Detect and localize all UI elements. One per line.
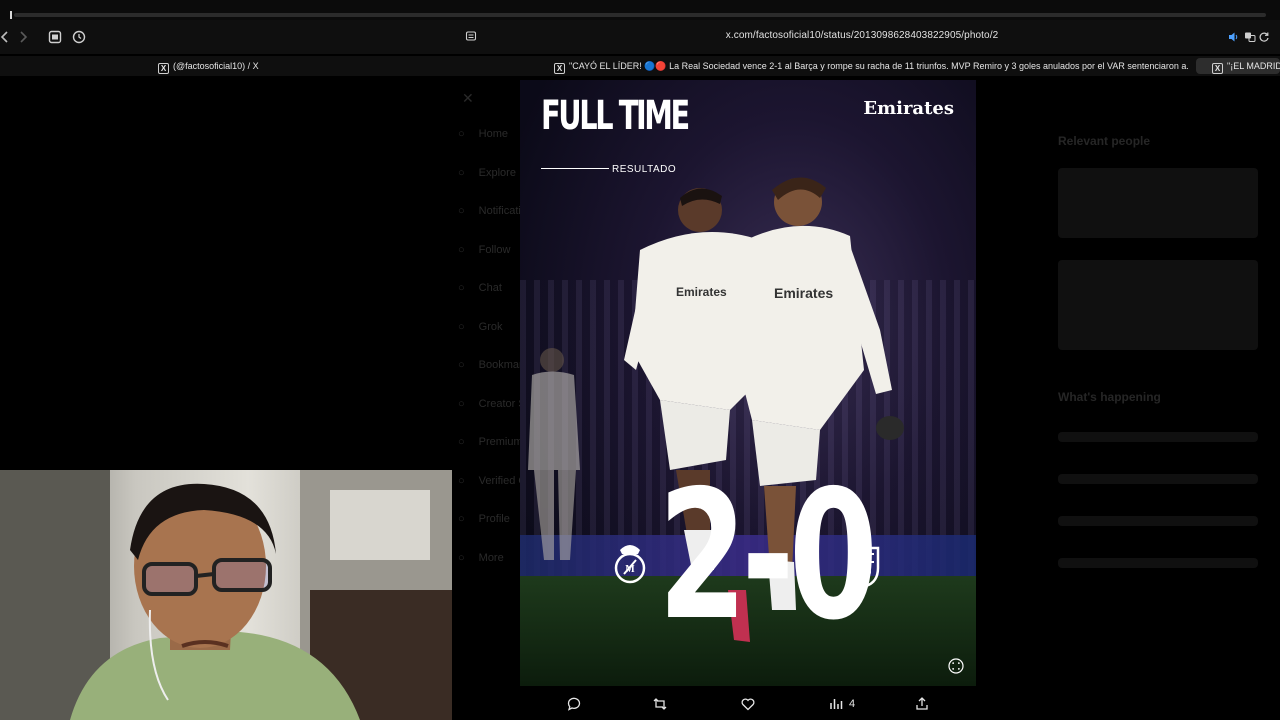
- close-icon[interactable]: ✕: [462, 90, 474, 107]
- repost-icon: [653, 698, 667, 710]
- ghost-nav-item: ○ Chat: [458, 282, 502, 294]
- ghost-nav-icon: ○: [458, 320, 465, 333]
- ghost-nav-icon: ○: [458, 551, 465, 564]
- ghost-row: [1058, 516, 1258, 526]
- text-cursor: [10, 11, 12, 19]
- tab-overview-button[interactable]: [46, 28, 64, 46]
- kit-sponsor-text: Emirates: [774, 285, 833, 301]
- ghost-card: [1058, 260, 1258, 350]
- x-logo-icon: X: [158, 63, 169, 74]
- tab-title: "CAYÓ EL LÍDER! 🔵🔴 La Real Sociedad venc…: [569, 61, 1188, 71]
- ghost-nav-item: ○ Follow: [458, 244, 510, 256]
- ghost-nav-icon: ○: [458, 205, 465, 217]
- ghost-card: [1058, 168, 1258, 238]
- reply-icon: [567, 697, 581, 711]
- ghost-nav-icon: ○: [458, 397, 465, 410]
- ghost-nav-icon: ○: [458, 128, 465, 140]
- tab-profile[interactable]: X (@factosoficial10) / X: [158, 58, 318, 74]
- address-bar[interactable]: x.com/factosoficial10/status/20130986284…: [452, 26, 1272, 48]
- kit-sponsor-text: Emirates: [676, 285, 727, 299]
- ghost-nav-icon: ○: [458, 243, 465, 256]
- tweet-photo[interactable]: Emirates Emirates FULL TIME RESULTADO Em…: [520, 80, 976, 686]
- ghost-nav-item: ○ Home: [458, 128, 508, 140]
- like-icon: [741, 698, 755, 711]
- ghost-nav-label: Explore: [478, 166, 516, 179]
- headline-underline: [541, 168, 609, 169]
- ghost-nav-item: ○ Profile: [458, 513, 510, 525]
- progress-track: [14, 13, 1266, 17]
- webcam-presenter: [0, 470, 452, 720]
- ghost-nav-label: Premium: [478, 436, 523, 448]
- ghost-nav-label: Home: [478, 128, 508, 140]
- ghost-nav-label: Chat: [478, 282, 502, 294]
- tab-title: "¡EL MADRID: [1227, 61, 1280, 71]
- tab-active[interactable]: X "¡EL MADRID: [1196, 58, 1280, 74]
- forward-button[interactable]: [14, 28, 32, 46]
- ghost-nav-item: ○ More: [458, 552, 504, 564]
- ghost-heading-relevant: Relevant people: [1058, 134, 1151, 148]
- ghost-nav-label: Follow: [478, 243, 511, 256]
- views-count: 4: [849, 698, 856, 710]
- tab-strip: X (@factosoficial10) / X X "CAYÓ EL LÍDER!…: [0, 56, 1280, 76]
- translate-icon[interactable]: [1244, 31, 1256, 43]
- ghost-nav-label: Grok: [478, 320, 503, 333]
- like-button[interactable]: [740, 695, 756, 713]
- resultado-label: RESULTADO: [612, 164, 677, 175]
- page-content: ✕ ○ Home ○ Explore ○ Notifications ○ Follow ○ Cha…: [0, 76, 1280, 720]
- real-madrid-crest-icon: M: [614, 545, 646, 584]
- x-logo-icon: X: [554, 63, 565, 74]
- back-button[interactable]: [0, 28, 14, 46]
- ghost-nav-label: More: [478, 551, 504, 564]
- tab-news[interactable]: X "CAYÓ EL LÍDER! 🔵🔴 La Real Sociedad ven…: [554, 58, 1188, 74]
- ghost-nav-icon: ○: [458, 359, 465, 371]
- tweet-action-bar: 4: [560, 691, 940, 717]
- ghost-heading-happening: What's happening: [1058, 390, 1161, 404]
- views-icon: [830, 699, 843, 709]
- ghost-nav-icon: ○: [458, 474, 465, 487]
- ghost-nav-label: Profile: [478, 513, 510, 525]
- ghost-nav-item: ○ Explore: [458, 167, 516, 179]
- ghost-row: [1058, 558, 1258, 568]
- levante-crest-icon: [852, 546, 880, 588]
- sponsor-logo: Emirates: [863, 98, 954, 119]
- ghost-nav-item: ○ Grok: [458, 321, 503, 333]
- ghost-row: [1058, 432, 1258, 442]
- expand-photo-icon[interactable]: [948, 658, 964, 674]
- x-logo-icon: X: [1212, 63, 1223, 74]
- ghost-nav-icon: ○: [458, 166, 465, 179]
- speaker-icon[interactable]: [1228, 31, 1240, 43]
- window-top-strip: [0, 0, 1280, 20]
- tab-title: (@factosoficial10) / X: [173, 61, 259, 71]
- ghost-nav-item: ○ Premium: [458, 436, 523, 448]
- ghost-row: [1058, 474, 1258, 484]
- match-score: 2-0: [658, 452, 878, 659]
- share-button[interactable]: [914, 695, 930, 713]
- views-button[interactable]: 4: [828, 695, 855, 713]
- reply-button[interactable]: [566, 695, 582, 713]
- reload-icon[interactable]: [1258, 31, 1270, 43]
- repost-button[interactable]: [652, 695, 668, 713]
- svg-text:M: M: [625, 564, 635, 575]
- webcam-overlay: [0, 470, 452, 720]
- ghost-nav-icon: ○: [458, 436, 465, 448]
- share-icon: [916, 697, 928, 710]
- ghost-nav-icon: ○: [458, 282, 465, 294]
- url-text[interactable]: x.com/factosoficial10/status/20130986284…: [452, 30, 1272, 41]
- history-button[interactable]: [70, 28, 88, 46]
- ghost-nav-icon: ○: [458, 513, 465, 525]
- full-time-headline: FULL TIME: [541, 93, 690, 139]
